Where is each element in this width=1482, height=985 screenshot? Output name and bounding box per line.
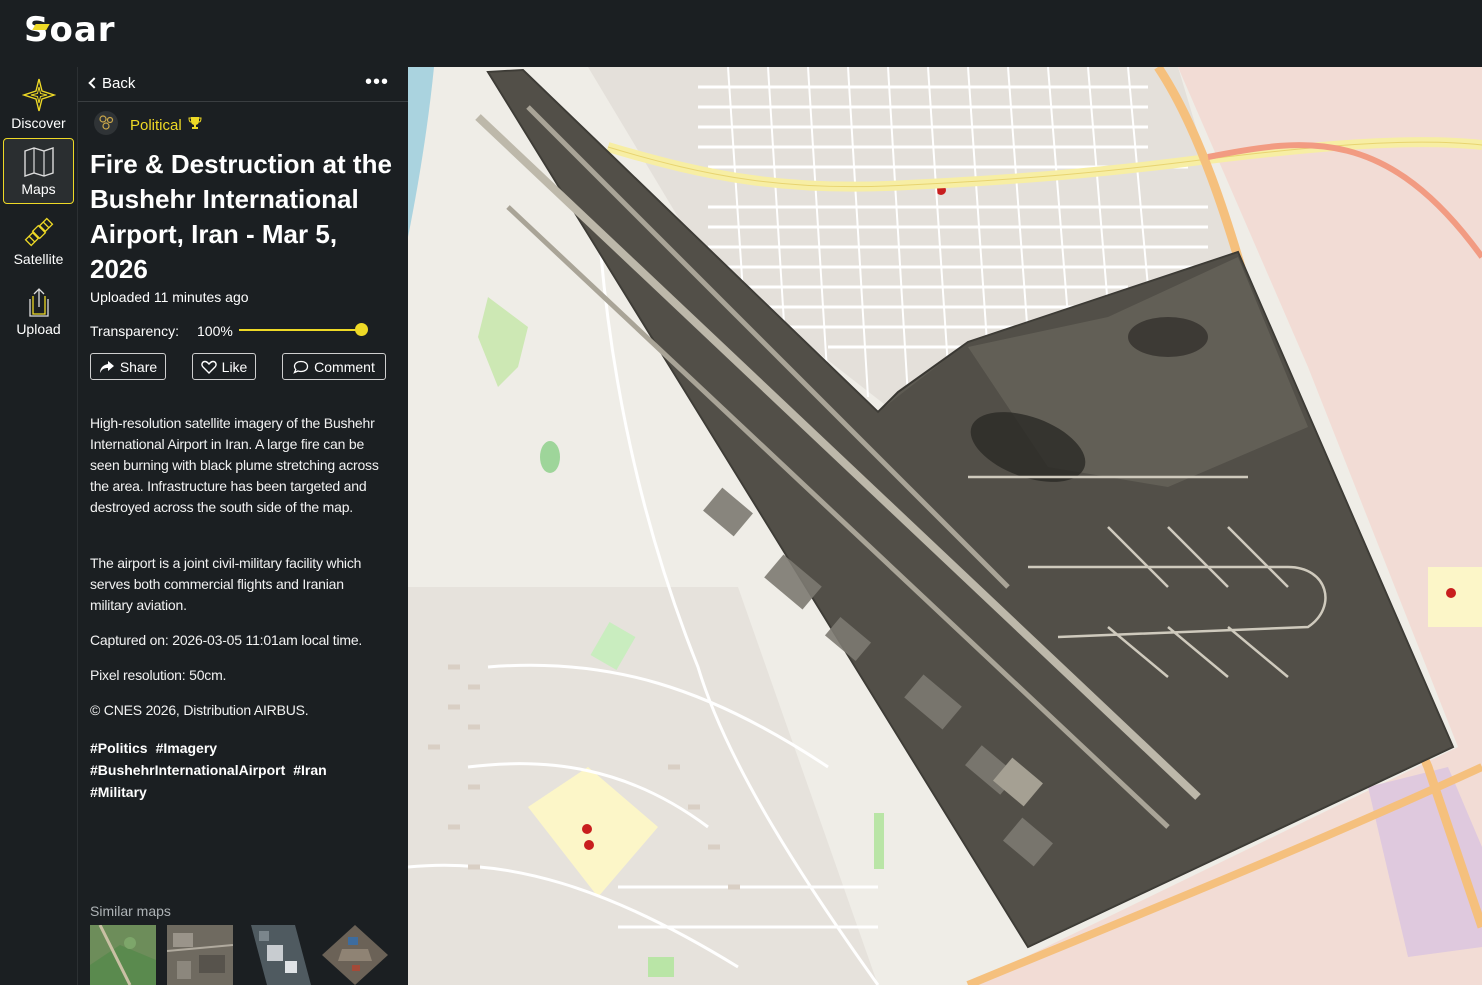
similar-map-thumbnail[interactable] [167, 925, 233, 985]
map-details-panel: Back ••• Political Fire & Destruction at… [77, 67, 409, 985]
tag[interactable]: #BushehrInternationalAirport [90, 759, 285, 781]
similar-map-thumbnail[interactable] [245, 925, 311, 985]
back-button[interactable]: Back [88, 75, 135, 92]
panel-header: Back ••• [78, 67, 409, 102]
map-title: Fire & Destruction at the Bushehr Intern… [90, 149, 392, 284]
trophy-icon [188, 117, 202, 129]
tag[interactable]: #Politics [90, 737, 148, 759]
left-nav: Discover Maps Satellite Upload [0, 67, 76, 985]
similar-maps-label: Similar maps [90, 903, 171, 919]
share-button[interactable]: Share [90, 353, 166, 380]
satellite-icon [24, 217, 53, 247]
upload-time: Uploaded 11 minutes ago [90, 289, 249, 305]
nav-item-satellite[interactable]: Satellite [3, 209, 74, 275]
transparency-value: 100% [197, 323, 233, 339]
tag[interactable]: #Imagery [156, 737, 217, 759]
comment-button[interactable]: Comment [282, 353, 386, 380]
chevron-left-icon [88, 77, 100, 89]
tag[interactable]: #Iran [293, 759, 326, 781]
similar-map-thumbnail[interactable] [90, 925, 156, 985]
compass-star-icon [21, 78, 56, 112]
upload-icon [28, 288, 49, 317]
nav-item-discover[interactable]: Discover [3, 71, 74, 137]
transparency-slider[interactable] [239, 329, 361, 331]
top-bar: Soar [0, 0, 1482, 67]
more-options-button[interactable]: ••• [365, 71, 389, 94]
copyright: © CNES 2026, Distribution AIRBUS. [90, 702, 309, 718]
tag[interactable]: #Military [90, 781, 147, 803]
nav-label-maps: Maps [21, 181, 56, 197]
comment-icon [293, 360, 309, 374]
pixel-resolution: Pixel resolution: 50cm. [90, 667, 227, 683]
category-icon [94, 111, 118, 135]
tag-list: #Politics #Imagery #BushehrInternationalA… [90, 737, 390, 803]
transparency-label: Transparency: [90, 323, 179, 339]
description-paragraph: High-resolution satellite imagery of the… [90, 415, 379, 515]
description-paragraph: The airport is a joint civil-military fa… [90, 555, 362, 613]
nav-item-maps[interactable]: Maps [3, 138, 74, 204]
share-icon [99, 360, 114, 373]
similar-map-thumbnail[interactable] [322, 925, 388, 985]
transparency-slider-handle[interactable] [355, 323, 368, 336]
nav-label-satellite: Satellite [13, 251, 64, 267]
nav-label-discover: Discover [11, 115, 66, 131]
category-label: Political [130, 117, 182, 134]
map-view[interactable] [408, 67, 1482, 985]
nav-label-upload: Upload [16, 321, 61, 337]
basemap[interactable] [408, 67, 1482, 985]
capture-date: Captured on: 2026-03-05 11:01am local ti… [90, 632, 363, 648]
like-button[interactable]: Like [192, 353, 256, 380]
heart-icon [200, 360, 217, 374]
nav-item-upload[interactable]: Upload [3, 279, 74, 345]
map-icon [23, 147, 54, 177]
soar-logo[interactable]: Soar [24, 10, 116, 50]
